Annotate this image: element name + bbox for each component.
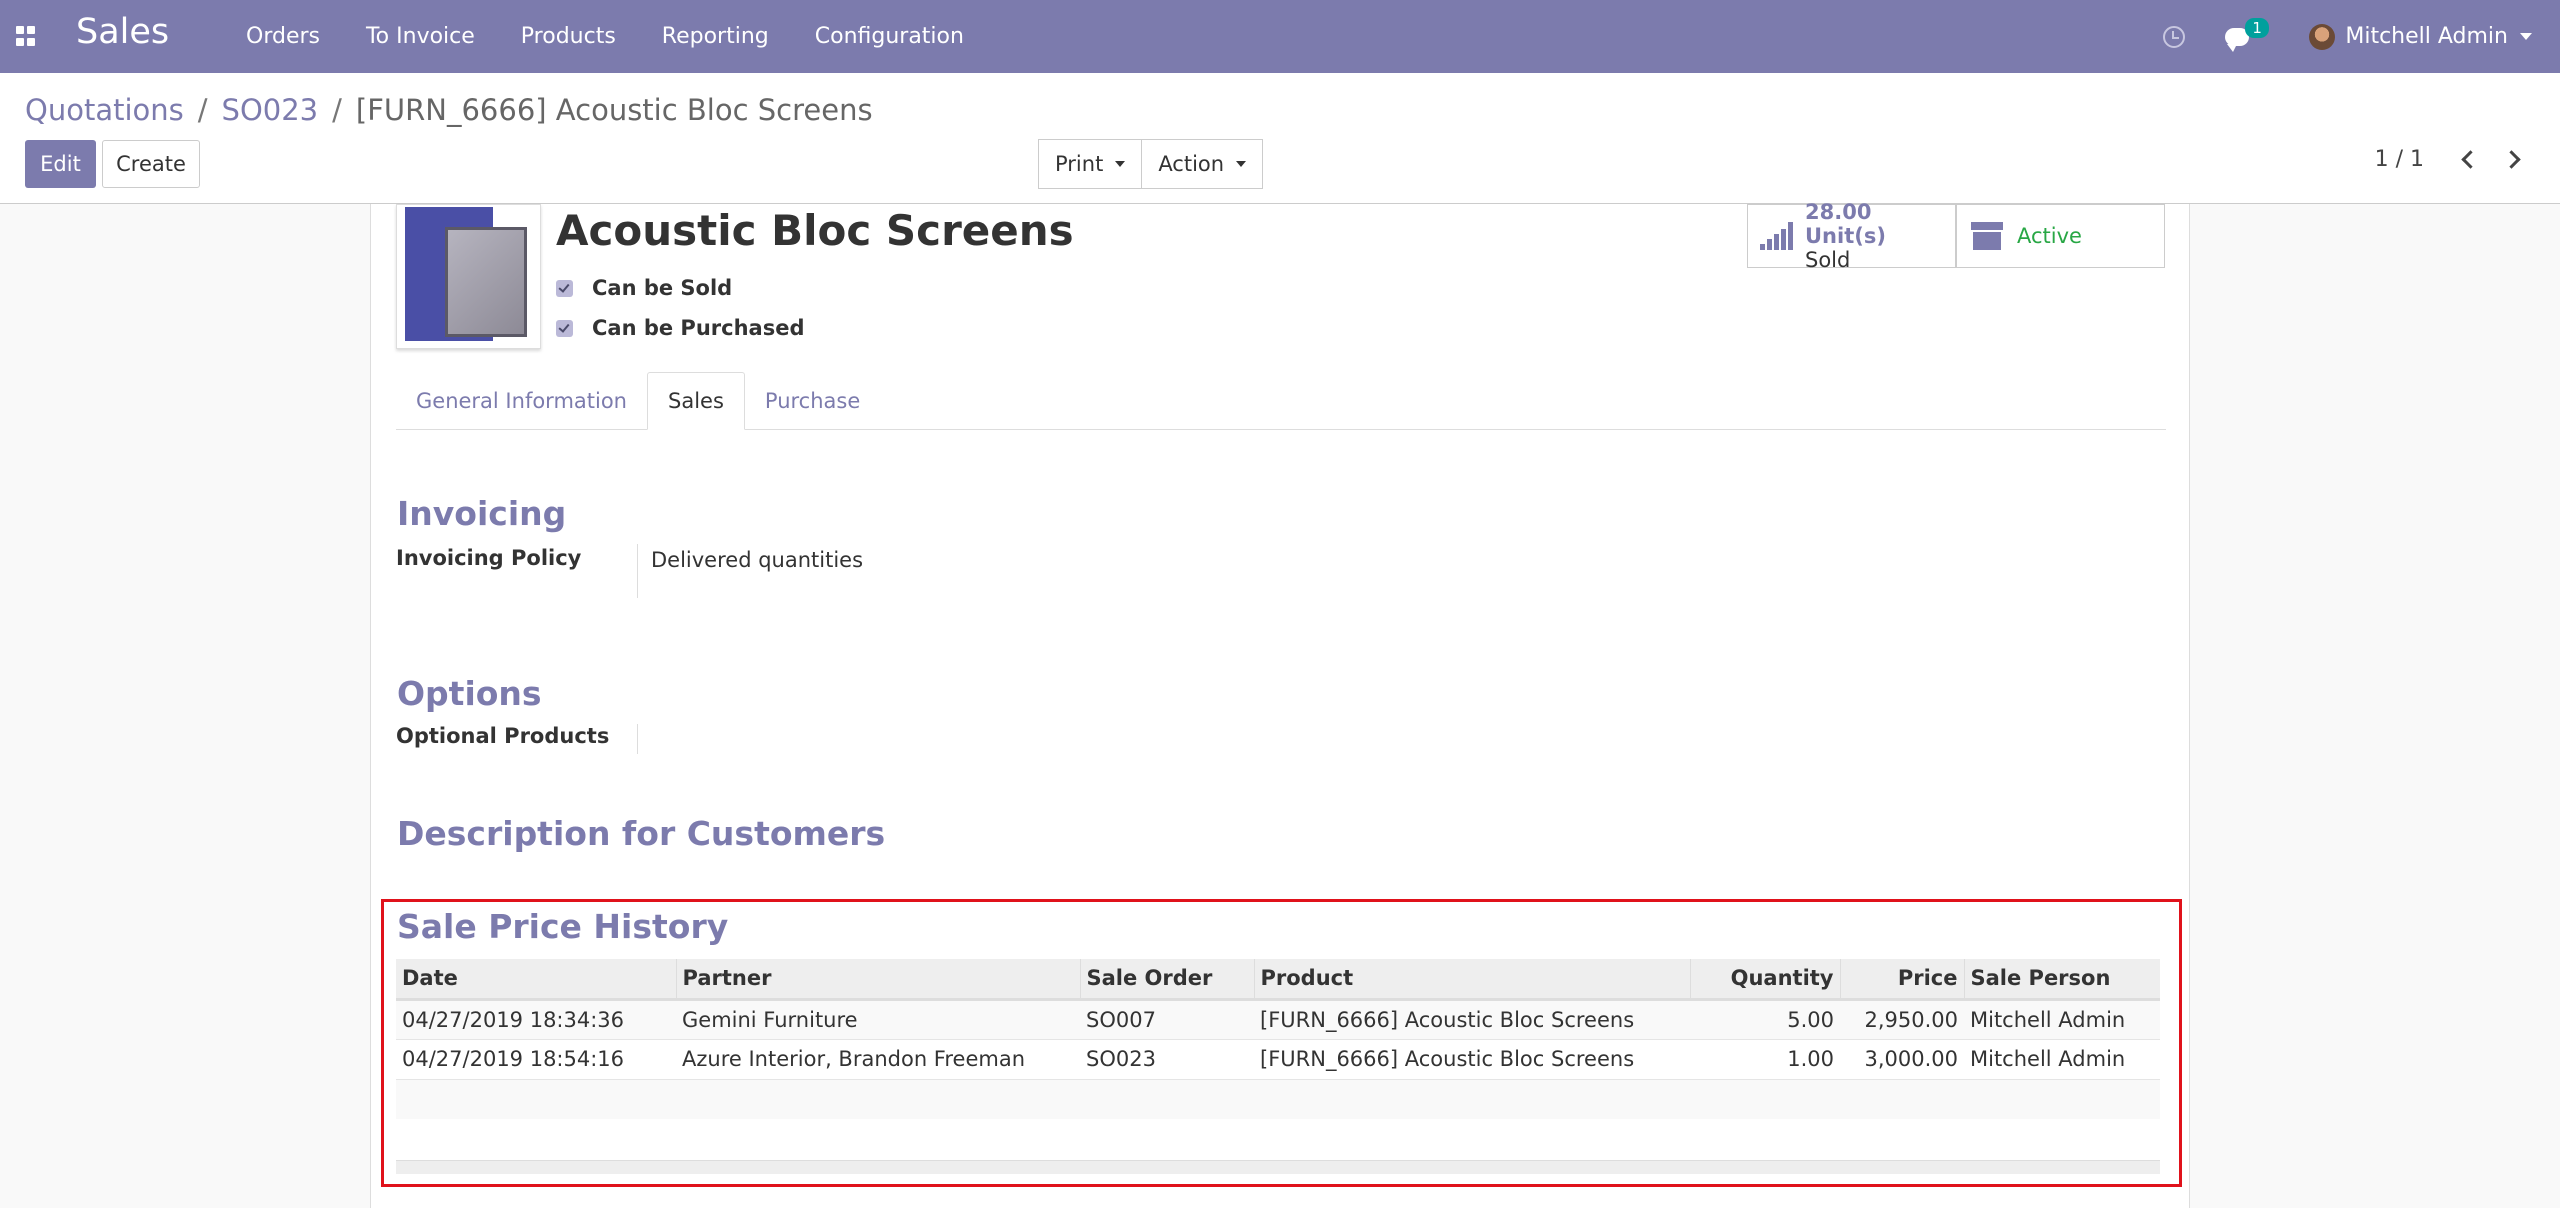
sidebar-actions: Print Action [1038,139,1264,189]
control-panel: Quotations / SO023 / [FURN_6666] Acousti… [0,73,2560,204]
archive-icon [1971,222,2003,250]
menu-products[interactable]: Products [513,24,624,49]
field-separator [637,724,638,754]
create-button[interactable]: Create [102,140,200,188]
pager-previous-icon[interactable] [2461,150,2480,169]
invoicing-policy-label: Invoicing Policy [396,546,582,570]
user-avatar[interactable] [2309,23,2336,50]
cell-quantity: 1.00 [1690,1038,1840,1079]
tab-sales[interactable]: Sales [647,372,745,430]
menu-reporting[interactable]: Reporting [654,24,777,49]
column-header-partner[interactable]: Partner [675,959,1080,1001]
breadcrumb-separator: / [332,93,342,127]
column-header-quantity[interactable]: Quantity [1689,959,1840,1001]
navbar-systray: 1 Mitchell Admin [2163,0,2560,73]
app-brand[interactable]: Sales [76,12,169,52]
column-header-product[interactable]: Product [1253,959,1690,1001]
cell-date: 04/27/2019 18:54:16 [396,1038,676,1079]
cell-product: [FURN_6666] Acoustic Bloc Screens [1254,998,1690,1039]
options-section-title: Options [397,674,542,713]
activity-clock-icon[interactable] [2163,25,2186,48]
action-dropdown-button[interactable]: Action [1142,139,1264,189]
pager-value[interactable]: 1 / 1 [2375,147,2424,172]
optional-products-label: Optional Products [396,724,610,748]
chat-count-badge: 1 [2245,17,2269,38]
cell-date: 04/27/2019 18:34:36 [396,998,676,1039]
can-be-purchased-checkbox[interactable] [556,319,573,337]
pager: 1 / 1 [2375,147,2532,172]
print-dropdown-button[interactable]: Print [1038,139,1143,189]
sold-smart-button[interactable]: 28.00 Unit(s) Sold [1747,200,1956,272]
pager-next-icon[interactable] [2502,150,2521,169]
cell-sale-person: Mitchell Admin [1964,1038,2160,1079]
field-separator [637,544,638,598]
table-row[interactable]: 04/27/2019 18:54:16 Azure Interior, Bran… [396,1038,2160,1079]
form-sheet: Acoustic Bloc Screens Can be Sold Can be… [370,200,2190,1208]
top-navbar: Sales Orders To Invoice Products Reporti… [0,0,2560,73]
signal-bars-icon [1760,222,1795,250]
table-row[interactable]: 04/27/2019 18:34:36 Gemini Furniture SO0… [396,998,2160,1039]
product-name: Acoustic Bloc Screens [556,206,1074,255]
table-header-row: Date Partner Sale Order Product Quantity… [396,959,2160,1001]
action-label: Action [1158,152,1225,176]
empty-table-row [396,1078,2160,1119]
apps-grid-icon[interactable] [16,26,36,46]
breadcrumb-order[interactable]: SO023 [222,93,319,127]
column-header-sale-person[interactable]: Sale Person [1963,959,2160,1001]
sale-price-history-title: Sale Price History [397,907,729,946]
cell-partner: Azure Interior, Brandon Freeman [676,1038,1080,1079]
cell-product: [FURN_6666] Acoustic Bloc Screens [1254,1038,1690,1079]
column-header-price[interactable]: Price [1839,959,1964,1001]
table-footer [396,1160,2160,1174]
cell-quantity: 5.00 [1690,998,1840,1039]
tab-purchase[interactable]: Purchase [745,372,880,430]
can-be-purchased-label: Can be Purchased [592,316,805,340]
user-menu-caret-icon[interactable] [2520,33,2532,40]
sale-price-history-table: Date Partner Sale Order Product Quantity… [396,959,2160,1119]
cell-sale-person: Mitchell Admin [1964,998,2160,1039]
product-image-panel-front [445,227,527,337]
can-be-sold-checkbox[interactable] [556,279,573,297]
messaging-menu[interactable]: 1 [2225,17,2269,52]
column-header-date[interactable]: Date [396,959,676,1001]
invoicing-section-title: Invoicing [397,494,567,533]
cell-sale-order: SO023 [1080,1038,1254,1079]
breadcrumb-quotations[interactable]: Quotations [25,93,184,127]
breadcrumb-separator: / [197,93,208,127]
cell-price: 2,950.00 [1840,998,1964,1039]
menu-orders[interactable]: Orders [238,24,328,49]
edit-button[interactable]: Edit [25,140,96,188]
description-section-title: Description for Customers [397,814,886,853]
notebook-tabs: General Information Sales Purchase [396,372,2166,430]
tab-general-information[interactable]: General Information [396,372,647,430]
can-be-purchased-row: Can be Purchased [556,316,804,340]
active-label: Active [2017,224,2082,248]
column-header-sale-order[interactable]: Sale Order [1079,959,1254,1001]
invoicing-policy-value[interactable]: Delivered quantities [651,548,863,572]
breadcrumb-current: [FURN_6666] Acoustic Bloc Screens [355,93,873,127]
sold-label: Sold [1805,248,1851,272]
cell-sale-order: SO007 [1080,998,1254,1039]
caret-down-icon [1115,161,1126,167]
cell-price: 3,000.00 [1840,1038,1964,1079]
menu-configuration[interactable]: Configuration [807,24,972,49]
main-menu: Orders To Invoice Products Reporting Con… [238,0,1002,73]
user-menu-name[interactable]: Mitchell Admin [2345,24,2508,49]
breadcrumb: Quotations / SO023 / [FURN_6666] Acousti… [25,93,873,127]
can-be-sold-label: Can be Sold [592,276,733,300]
cell-partner: Gemini Furniture [676,998,1080,1039]
sold-value: 28.00 Unit(s) [1805,200,1886,248]
caret-down-icon [1236,161,1247,167]
product-image[interactable] [396,204,541,349]
menu-to-invoice[interactable]: To Invoice [358,24,483,49]
active-toggle-button[interactable]: Active [1956,204,2165,268]
print-label: Print [1055,152,1104,176]
can-be-sold-row: Can be Sold [556,276,732,300]
